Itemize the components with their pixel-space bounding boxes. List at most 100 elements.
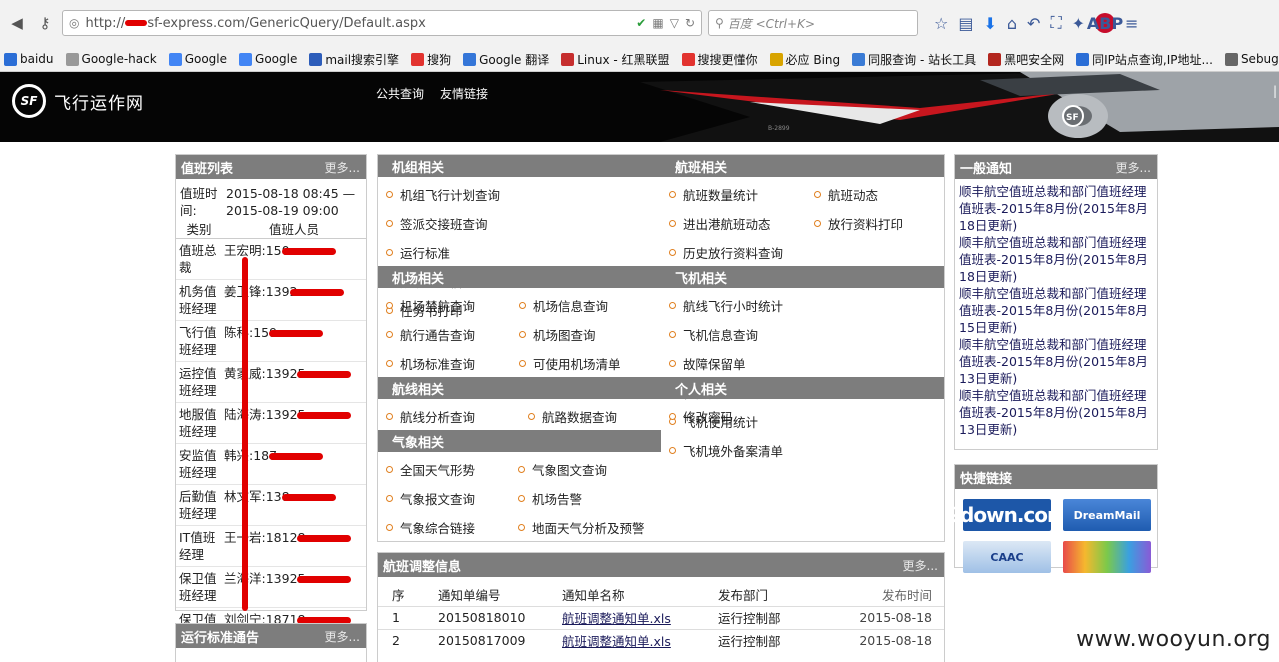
back-icon[interactable]: ◀	[6, 12, 28, 34]
phone-redaction	[297, 535, 352, 542]
query-link[interactable]: 机场信息查询	[519, 291, 659, 320]
duty-time: 值班时间: 2015-08-18 08:45 —2015-08-19 09:00	[176, 179, 366, 219]
extension-icon[interactable]: ✦	[1072, 14, 1085, 33]
bookmark-item[interactable]: 搜狗	[411, 51, 451, 68]
section-route: 航线相关 航线分析查询 航路数据查询	[378, 377, 661, 431]
query-link[interactable]: 运行标准	[386, 238, 536, 267]
duty-table-header: 类别 值班人员	[176, 219, 366, 239]
query-link[interactable]: 气象图文查询	[518, 455, 658, 484]
notice-item[interactable]: 顺丰航空值班总裁和部门值班经理值班表-2015年8月份(2015年8月13日更新…	[955, 336, 1157, 387]
site-header: SF 飞行运作网 公共查询 友情链接 SF B-2899 |	[0, 72, 1279, 142]
query-link[interactable]: 飞机信息查询	[669, 320, 804, 349]
bookmark-item[interactable]: Sebug	[1224, 52, 1279, 66]
adjust-header-row: 序 通知单编号 通知单名称 发布部门 发布时间	[378, 583, 944, 606]
notice-more-link[interactable]: 更多...	[1116, 159, 1151, 176]
query-link[interactable]: 机场标准查询	[386, 349, 519, 378]
reload-icon[interactable]: ↻	[685, 16, 695, 30]
query-link[interactable]: 机场告警	[518, 484, 658, 513]
query-link[interactable]: 航线飞行小时统计	[669, 291, 811, 320]
notice-item[interactable]: 顺丰航空值班总裁和部门值班经理值班表-2015年8月份(2015年8月15日更新…	[955, 285, 1157, 336]
bookmark-item[interactable]: Linux - 红黑联盟	[561, 51, 670, 68]
bookmark-label: 同IP站点查询,IP地址...	[1092, 52, 1213, 67]
quicklink-dreammail[interactable]: DreamMail	[1063, 499, 1151, 531]
url-bar[interactable]: ◎ http://sf-express.com/GenericQuery/Def…	[62, 10, 702, 36]
search-bar[interactable]: ⚲ 百度 <Ctrl+K>	[708, 10, 918, 36]
query-link[interactable]: 航班数量统计	[669, 180, 814, 209]
query-link[interactable]: 航行通告查询	[386, 320, 519, 349]
key-icon[interactable]: ⚷	[34, 12, 56, 34]
bulletin-more-link[interactable]: 更多...	[325, 628, 360, 645]
notice-item[interactable]: 顺丰航空值班总裁和部门值班经理值班表-2015年8月份(2015年8月18日更新…	[955, 234, 1157, 285]
query-link[interactable]: 航班动态	[814, 180, 944, 209]
bookmark-item[interactable]: 黑吧安全网	[988, 51, 1064, 68]
bookmark-item[interactable]: Google-hack	[65, 52, 157, 66]
query-link[interactable]: 机场图查询	[519, 320, 659, 349]
adblock-icon[interactable]: ABP	[1087, 13, 1123, 33]
query-link[interactable]: 航路数据查询	[528, 402, 658, 431]
query-link[interactable]: 故障保留单	[669, 349, 811, 378]
duty-person-text: 兰海洋:13925	[224, 571, 306, 586]
query-link[interactable]: 飞机境外备案清单	[669, 436, 804, 465]
bookmark-item[interactable]: 必应 Bing	[769, 51, 840, 68]
query-link[interactable]: 进出港航班动态	[669, 209, 814, 238]
section-airport: 机场相关 机场禁航查询 机场信息查询 航行通告查询 机场图查询 机场标准查询 可使用机场清单	[378, 266, 661, 378]
query-link[interactable]: 航线分析查询	[386, 402, 528, 431]
notice-header: 一般通知 更多...	[955, 155, 1157, 179]
bookmark-item[interactable]: Google	[168, 52, 227, 66]
bookmark-item[interactable]: 搜搜更懂你	[681, 51, 758, 68]
duty-person-text: 陆海涛:13925	[224, 407, 306, 422]
duty-row: 运控值班经理 黄家威:13925	[176, 362, 366, 403]
bookmark-item[interactable]: Google 翻译	[463, 51, 549, 68]
duty-row: 机务值班经理 姜卫锋:1392	[176, 280, 366, 321]
bookmark-item[interactable]: 同IP站点查询,IP地址...	[1076, 51, 1213, 68]
query-link[interactable]: 机场禁航查询	[386, 291, 519, 320]
query-link[interactable]: 可使用机场清单	[519, 349, 659, 378]
download-icon[interactable]: ⬇	[983, 14, 996, 33]
undo-icon[interactable]: ↶	[1027, 14, 1040, 33]
query-link[interactable]: 放行资料打印	[814, 209, 944, 238]
query-link[interactable]: 机组飞行计划查询	[386, 180, 536, 209]
home-icon[interactable]: ⌂	[1007, 14, 1017, 33]
notice-file-link[interactable]: 航班调整通知单.xls	[548, 606, 704, 629]
notice-item[interactable]: 顺丰航空值班总裁和部门值班经理值班表-2015年8月份(2015年8月13日更新…	[955, 387, 1157, 438]
star-icon[interactable]: ☆	[934, 14, 948, 33]
quicklink-bars[interactable]	[1063, 541, 1151, 573]
bookmark-icon	[239, 52, 253, 66]
site-logo[interactable]: SF 飞行运作网	[12, 84, 144, 118]
query-link[interactable]: 签派交接班查询	[386, 209, 516, 238]
menu-icon[interactable]: ≡	[1125, 14, 1138, 33]
dropdown-icon[interactable]: ▽	[670, 16, 679, 30]
bookmark-item[interactable]: Google	[239, 52, 297, 66]
notice-file-link[interactable]: 航班调整通知单.xls	[548, 629, 704, 652]
query-link[interactable]: 气象综合链接	[386, 513, 518, 542]
nav-friend-links[interactable]: 友情链接	[440, 85, 488, 102]
duty-row: 后勤值班经理 林文军:138	[176, 485, 366, 526]
header-nav: 公共查询 友情链接	[376, 85, 488, 102]
bookmark-item[interactable]: 同服查询 - 站长工具	[852, 51, 976, 68]
bookmark-item[interactable]: baidu	[4, 52, 54, 66]
query-link[interactable]: 修改密码	[669, 402, 944, 431]
quicklink-9down[interactable]: 9down.com	[947, 499, 1068, 531]
bookmark-item[interactable]: mail搜索引擎	[309, 51, 399, 68]
nav-public-query[interactable]: 公共查询	[376, 85, 424, 102]
shield-icon[interactable]: ✔	[636, 16, 646, 30]
duty-col-person: 值班人员	[268, 222, 319, 237]
table-cell: 20150818010	[438, 610, 526, 625]
crop-icon[interactable]: ⛶	[1050, 13, 1061, 33]
phone-redaction	[297, 412, 352, 419]
notice-item[interactable]: 顺丰航空值班总裁和部门值班经理值班表-2015年8月份(2015年8月18日更新…	[955, 183, 1157, 234]
query-link[interactable]: 历史放行资料查询	[669, 238, 814, 267]
bookmark-icon	[1224, 52, 1238, 66]
duty-role: 值班总裁	[179, 243, 217, 275]
duty-more-link[interactable]: 更多...	[325, 159, 360, 176]
quicklinks-header: 快捷链接	[955, 465, 1157, 489]
bookmark-label: baidu	[20, 52, 54, 66]
query-link[interactable]: 全国天气形势	[386, 455, 518, 484]
section-weather-title: 气象相关	[378, 430, 661, 452]
query-link[interactable]: 气象报文查询	[386, 484, 518, 513]
qr-icon[interactable]: ▦	[652, 16, 663, 30]
adjust-more-link[interactable]: 更多...	[903, 557, 938, 574]
reading-list-icon[interactable]: ▤	[958, 14, 973, 33]
quicklink-caac[interactable]: CAAC	[963, 541, 1051, 573]
query-link[interactable]: 地面天气分析及预警	[518, 513, 658, 542]
